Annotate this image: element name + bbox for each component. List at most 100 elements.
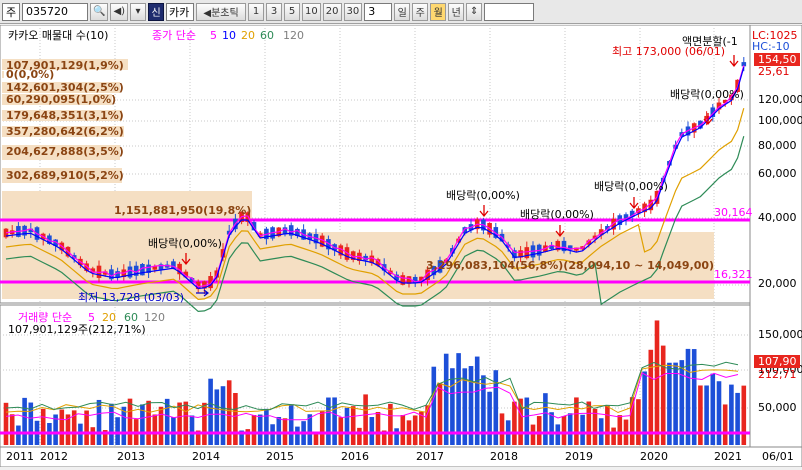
volume-bar xyxy=(605,405,610,445)
volume-bar xyxy=(375,411,381,445)
volume-bar xyxy=(400,415,406,445)
price-tick: 60,000 xyxy=(758,167,797,180)
vp-label-10: 3,296,083,104(56,8%)(28,094,10 ~ 14,049,… xyxy=(426,259,714,272)
dividend-label-3: 배당락(0,00%) xyxy=(520,208,594,221)
dividend-label-4: 배당락(0,00%) xyxy=(594,180,668,193)
line-upper-label: 30,164 xyxy=(714,206,753,219)
price-volume-chart[interactable]: 카카오 매물대 수(10) 종가 단순 5 10 20 60 120 107,9… xyxy=(0,24,802,468)
volume-bar xyxy=(270,424,275,445)
x-label: 2013 xyxy=(117,450,145,463)
volume-bar xyxy=(22,397,27,445)
vp-label-7: 204,627,888(3,5%) xyxy=(6,145,124,158)
volume-bar xyxy=(567,413,573,445)
volume-bar xyxy=(592,408,598,445)
volume-bar xyxy=(555,424,561,445)
volume-bar xyxy=(363,394,368,445)
volume-bar xyxy=(698,385,703,445)
x-label: 2019 xyxy=(565,450,593,463)
current-volume-pct: 212,71 xyxy=(758,368,797,381)
volume-bar xyxy=(264,408,269,445)
period-week[interactable]: 주 xyxy=(412,2,429,21)
volume-bar xyxy=(171,417,176,445)
volume-bar xyxy=(319,411,325,445)
chart-area: 카카오 매물대 수(10) 종가 단순 5 10 20 60 120 107,9… xyxy=(0,24,802,468)
interval-1[interactable]: 1 xyxy=(248,2,265,21)
x-label: 2020 xyxy=(640,450,668,463)
volume-bar xyxy=(115,417,120,445)
x-label: 2011 xyxy=(6,450,34,463)
up-down-arrows-icon[interactable]: ⇕ xyxy=(466,2,483,21)
vol-ma-120: 120 xyxy=(144,311,165,324)
ma-5: 5 xyxy=(210,29,217,42)
vp-label-6: 357,280,642(6,2%) xyxy=(6,125,124,138)
volume-bar xyxy=(512,401,517,445)
x-label: 2014 xyxy=(192,450,220,463)
volume-bar xyxy=(419,411,424,445)
period-month[interactable]: 월 xyxy=(430,2,447,21)
interval-20[interactable]: 20 xyxy=(322,2,342,21)
stock-name: 카카 xyxy=(166,2,195,21)
x-label: 2017 xyxy=(416,450,444,463)
x-label: 2016 xyxy=(341,450,369,463)
volume-bar xyxy=(524,397,530,445)
volume-bar xyxy=(530,424,536,445)
count-select[interactable]: 3 xyxy=(364,2,393,21)
tick-mode-button[interactable]: ◀분초틱 xyxy=(196,2,247,21)
period-day[interactable]: 일 xyxy=(394,2,411,21)
ma-20: 20 xyxy=(241,29,255,42)
interval-5[interactable]: 5 xyxy=(284,2,301,21)
interval-3[interactable]: 3 xyxy=(266,2,283,21)
volume-bar xyxy=(257,414,263,445)
volume-bar xyxy=(704,385,709,445)
volume-bar xyxy=(660,345,666,445)
volume-bar xyxy=(59,409,65,445)
current-volume: 107,90 xyxy=(758,355,797,368)
period-year[interactable]: 년 xyxy=(448,2,465,21)
volume-profile-bar xyxy=(2,71,4,78)
volume-bar xyxy=(202,402,207,445)
volume-bar xyxy=(251,415,257,445)
volume-bar xyxy=(326,397,331,445)
volume-bar xyxy=(574,397,579,445)
speaker-icon[interactable]: ◀) xyxy=(110,2,129,21)
interval-30[interactable]: 30 xyxy=(343,2,363,21)
volume-bar xyxy=(220,386,226,445)
volume-bar xyxy=(214,389,220,445)
market-select[interactable]: 주 xyxy=(2,2,20,21)
volume-bar xyxy=(617,415,623,445)
volume-bar xyxy=(561,416,567,445)
x-label: 06/01 xyxy=(762,450,794,463)
volume-bar xyxy=(456,353,461,445)
volume-bar xyxy=(226,380,232,445)
volume-bar xyxy=(586,401,592,445)
dividend-label-2: 배당락(0,00%) xyxy=(446,189,520,202)
volume-value-label: 107,901,129주(212,71%) xyxy=(8,323,146,336)
vol-tick: 150,000 xyxy=(758,328,802,341)
interval-10[interactable]: 10 xyxy=(302,2,321,21)
volume-bar xyxy=(152,414,158,445)
price-tick: 100,000 xyxy=(758,114,802,127)
volume-bar xyxy=(189,415,195,445)
volume-bar xyxy=(394,428,399,445)
volume-bar xyxy=(276,416,282,445)
ma-label: 종가 단순 xyxy=(152,29,196,42)
volume-bar xyxy=(16,425,21,445)
dropdown-chevron-icon[interactable]: ▾ xyxy=(130,2,147,21)
chart-toolbar: 주 035720 🔍 ◀) ▾ 신 카카 ◀분초틱 1 3 5 10 20 30… xyxy=(0,0,802,24)
volume-bar xyxy=(543,393,548,445)
search-icon[interactable]: 🔍 xyxy=(90,2,109,21)
stock-code-input[interactable]: 035720 xyxy=(22,2,88,21)
vp-label-2: 0(0,0%) xyxy=(6,68,54,81)
volume-bar xyxy=(350,406,356,445)
date-input[interactable] xyxy=(484,2,535,21)
credit-badge[interactable]: 신 xyxy=(148,2,165,21)
volume-bar xyxy=(40,408,46,445)
volume-bar xyxy=(109,403,114,445)
volume-bar xyxy=(121,406,127,445)
volume-bar xyxy=(735,392,740,445)
split-annotation: 액면분할(-1 xyxy=(682,35,738,48)
volume-bar xyxy=(332,397,337,445)
volume-bar xyxy=(691,349,697,445)
volume-bar xyxy=(437,383,443,445)
dividend-label-5: 배당락(0,00%) xyxy=(670,88,744,101)
